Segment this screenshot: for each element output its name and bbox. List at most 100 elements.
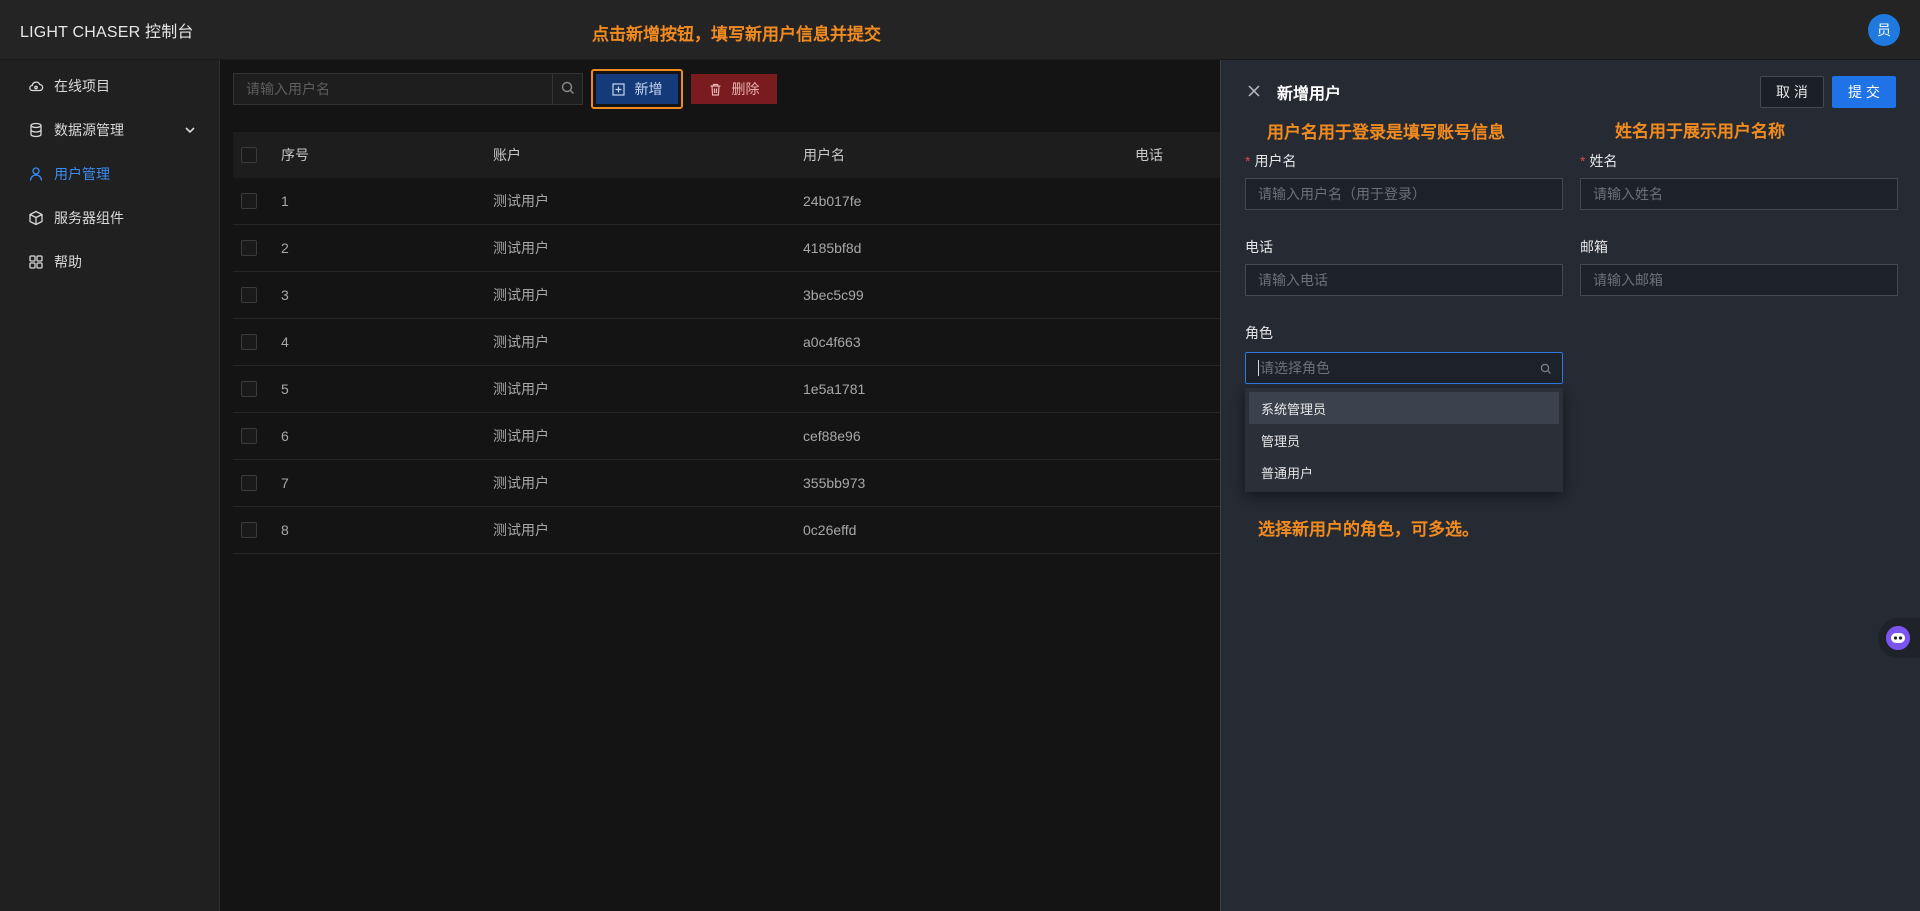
role-option-system-admin[interactable]: 系统管理员 <box>1249 392 1559 424</box>
toolbar: 新增 删除 <box>233 69 777 109</box>
cloud-icon <box>28 78 44 94</box>
cell-index: 7 <box>281 475 289 491</box>
sidebar-item-user-management[interactable]: 用户管理 <box>0 152 219 196</box>
add-user-drawer: 新增用户 取 消 提 交 用户名用于登录是填写账号信息 姓名用于展示用户名称 *… <box>1220 60 1920 911</box>
sidebar-item-label: 服务器组件 <box>54 210 124 226</box>
search-input[interactable] <box>234 74 552 104</box>
grid-icon <box>28 254 44 270</box>
assistant-icon <box>1886 626 1910 650</box>
annotation-add-instruction: 点击新增按钮，填写新用户信息并提交 <box>592 25 881 44</box>
column-header-username: 用户名 <box>803 147 845 163</box>
username-label: * 用户名 <box>1245 151 1296 171</box>
cell-index: 1 <box>281 193 289 209</box>
add-button-highlight: 新增 <box>591 69 683 109</box>
sidebar-item-server-components[interactable]: 服务器组件 <box>0 196 219 240</box>
cell-index: 5 <box>281 381 289 397</box>
email-field[interactable] <box>1580 264 1898 296</box>
table-row[interactable]: 1 测试用户 24b017fe <box>233 178 1220 225</box>
sidebar-item-label: 帮助 <box>54 254 82 270</box>
row-checkbox[interactable] <box>241 428 257 444</box>
cell-account: 测试用户 <box>493 287 549 303</box>
sidebar-item-online-projects[interactable]: 在线项目 <box>0 64 219 108</box>
name-label: * 姓名 <box>1580 151 1617 171</box>
search-box <box>233 73 583 105</box>
role-placeholder: 请选择角色 <box>1260 360 1330 376</box>
cell-username: a0c4f663 <box>803 334 861 350</box>
cell-index: 2 <box>281 240 289 256</box>
username-field[interactable] <box>1245 178 1563 210</box>
row-checkbox[interactable] <box>241 381 257 397</box>
assistant-bubble[interactable] <box>1878 618 1920 658</box>
table-row[interactable]: 5 测试用户 1e5a1781 <box>233 366 1220 413</box>
search-button[interactable] <box>552 74 582 104</box>
add-button-label: 新增 <box>634 81 663 97</box>
row-checkbox[interactable] <box>241 522 257 538</box>
column-header-account: 账户 <box>493 147 521 163</box>
submit-button[interactable]: 提 交 <box>1832 76 1896 108</box>
cell-account: 测试用户 <box>493 334 549 350</box>
cell-account: 测试用户 <box>493 240 549 256</box>
email-label: 邮箱 <box>1580 239 1608 255</box>
role-dropdown: 系统管理员 管理员 普通用户 <box>1245 388 1563 492</box>
row-checkbox[interactable] <box>241 475 257 491</box>
row-checkbox[interactable] <box>241 287 257 303</box>
delete-button[interactable]: 删除 <box>691 74 777 104</box>
sidebar-item-label: 用户管理 <box>54 166 110 182</box>
cell-username: 355bb973 <box>803 475 866 491</box>
phone-field[interactable] <box>1245 264 1563 296</box>
phone-label: 电话 <box>1245 239 1273 255</box>
name-label-text: 姓名 <box>1589 153 1618 169</box>
search-icon <box>1540 362 1552 374</box>
box-icon <box>28 210 44 226</box>
cell-index: 8 <box>281 522 289 538</box>
cell-username: 4185bf8d <box>803 240 862 256</box>
trash-icon <box>709 83 722 96</box>
sidebar-item-help[interactable]: 帮助 <box>0 240 219 284</box>
cell-account: 测试用户 <box>493 428 549 444</box>
table-row[interactable]: 8 测试用户 0c26effd <box>233 507 1220 554</box>
table-row[interactable]: 2 测试用户 4185bf8d <box>233 225 1220 272</box>
annotation-username: 用户名用于登录是填写账号信息 <box>1267 123 1505 142</box>
select-all-checkbox[interactable] <box>241 147 257 163</box>
main-content: 新增 删除 序号 账户 用户名 电话 1 测试用户 24b017fe 2 测试用… <box>221 60 1220 911</box>
cell-account: 测试用户 <box>493 475 549 491</box>
role-option-admin[interactable]: 管理员 <box>1249 424 1559 456</box>
sidebar-item-label: 在线项目 <box>54 78 110 94</box>
cancel-button[interactable]: 取 消 <box>1760 76 1824 108</box>
annotation-role: 选择新用户的角色，可多选。 <box>1258 520 1479 539</box>
required-mark: * <box>1245 153 1251 169</box>
table-row[interactable]: 6 测试用户 cef88e96 <box>233 413 1220 460</box>
cell-username: 1e5a1781 <box>803 381 866 397</box>
sidebar-item-datasource[interactable]: 数据源管理 <box>0 108 219 152</box>
database-icon <box>28 122 44 138</box>
cell-username: 3bec5c99 <box>803 287 864 303</box>
row-checkbox[interactable] <box>241 240 257 256</box>
top-header: LIGHT CHASER 控制台 点击新增按钮，填写新用户信息并提交 员 <box>0 0 1920 60</box>
cell-username: 0c26effd <box>803 522 857 538</box>
role-option-normal-user[interactable]: 普通用户 <box>1249 456 1559 488</box>
app-title: LIGHT CHASER 控制台 <box>20 23 194 41</box>
text-caret <box>1258 360 1259 376</box>
row-checkbox[interactable] <box>241 334 257 350</box>
role-label: 角色 <box>1245 325 1273 341</box>
name-field[interactable] <box>1580 178 1898 210</box>
delete-button-label: 删除 <box>731 81 760 97</box>
cell-index: 6 <box>281 428 289 444</box>
table-row[interactable]: 7 测试用户 355bb973 <box>233 460 1220 507</box>
table-row[interactable]: 3 测试用户 3bec5c99 <box>233 272 1220 319</box>
cell-username: cef88e96 <box>803 428 861 444</box>
table-row[interactable]: 4 测试用户 a0c4f663 <box>233 319 1220 366</box>
cell-account: 测试用户 <box>493 522 549 538</box>
role-select[interactable]: 请选择角色 <box>1245 352 1563 384</box>
annotation-name: 姓名用于展示用户名称 <box>1615 122 1785 141</box>
chevron-down-icon[interactable] <box>183 123 197 137</box>
row-checkbox[interactable] <box>241 193 257 209</box>
plus-square-icon <box>611 82 625 96</box>
sidebar-item-label: 数据源管理 <box>54 122 124 138</box>
cell-account: 测试用户 <box>493 193 549 209</box>
search-icon <box>561 81 575 98</box>
add-button[interactable]: 新增 <box>596 74 678 104</box>
close-icon[interactable] <box>1247 84 1261 98</box>
avatar[interactable]: 员 <box>1868 14 1900 46</box>
cell-username: 24b017fe <box>803 193 862 209</box>
